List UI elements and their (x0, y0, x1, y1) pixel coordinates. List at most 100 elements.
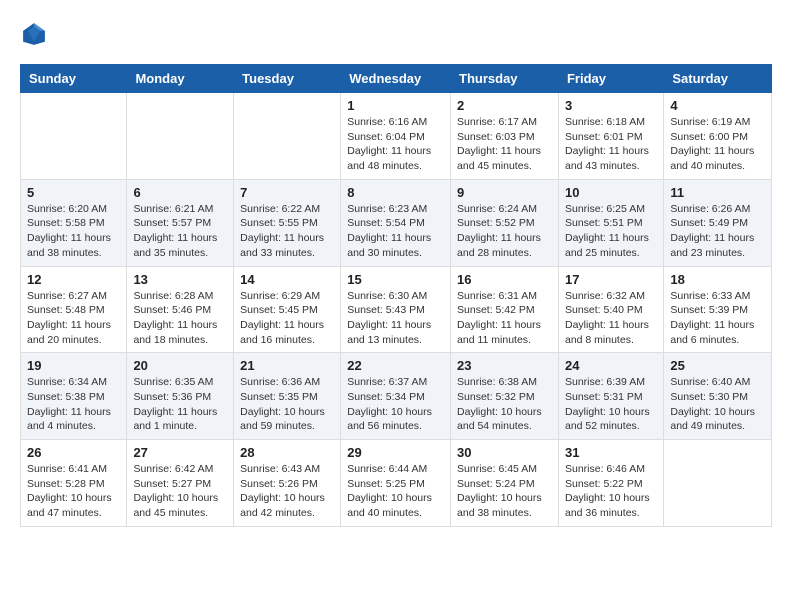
day-info: Sunrise: 6:27 AM Sunset: 5:48 PM Dayligh… (27, 289, 120, 348)
weekday-header: Saturday (664, 65, 772, 93)
day-info: Sunrise: 6:18 AM Sunset: 6:01 PM Dayligh… (565, 115, 657, 174)
day-info: Sunrise: 6:20 AM Sunset: 5:58 PM Dayligh… (27, 202, 120, 261)
day-number: 6 (133, 185, 227, 200)
day-info: Sunrise: 6:40 AM Sunset: 5:30 PM Dayligh… (670, 375, 765, 434)
calendar-week-row: 5 Sunrise: 6:20 AM Sunset: 5:58 PM Daylig… (21, 179, 772, 266)
calendar-cell: 10 Sunrise: 6:25 AM Sunset: 5:51 PM Dayli… (558, 179, 663, 266)
day-number: 26 (27, 445, 120, 460)
day-number: 15 (347, 272, 444, 287)
day-info: Sunrise: 6:30 AM Sunset: 5:43 PM Dayligh… (347, 289, 444, 348)
day-info: Sunrise: 6:28 AM Sunset: 5:46 PM Dayligh… (133, 289, 227, 348)
calendar-cell: 4Sunrise: 6:19 AM Sunset: 6:00 PM Daylig… (664, 93, 772, 180)
day-number: 8 (347, 185, 444, 200)
calendar-cell: 29 Sunrise: 6:44 AM Sunset: 5:25 PM Dayli… (341, 440, 451, 527)
day-info: Sunrise: 6:26 AM Sunset: 5:49 PM Dayligh… (670, 202, 765, 261)
day-number: 14 (240, 272, 334, 287)
day-info: Sunrise: 6:24 AM Sunset: 5:52 PM Dayligh… (457, 202, 552, 261)
day-number: 13 (133, 272, 227, 287)
calendar-cell (127, 93, 234, 180)
day-number: 9 (457, 185, 552, 200)
day-info: Sunrise: 6:35 AM Sunset: 5:36 PM Dayligh… (133, 375, 227, 434)
calendar-cell: 19 Sunrise: 6:34 AM Sunset: 5:38 PM Dayli… (21, 353, 127, 440)
day-info: Sunrise: 6:37 AM Sunset: 5:34 PM Dayligh… (347, 375, 444, 434)
day-info: Sunrise: 6:29 AM Sunset: 5:45 PM Dayligh… (240, 289, 334, 348)
day-info: Sunrise: 6:42 AM Sunset: 5:27 PM Dayligh… (133, 462, 227, 521)
day-number: 4 (670, 98, 765, 113)
calendar-cell: 21 Sunrise: 6:36 AM Sunset: 5:35 PM Dayli… (234, 353, 341, 440)
calendar-cell: 14 Sunrise: 6:29 AM Sunset: 5:45 PM Dayli… (234, 266, 341, 353)
day-info: Sunrise: 6:17 AM Sunset: 6:03 PM Dayligh… (457, 115, 552, 174)
calendar-cell: 7 Sunrise: 6:22 AM Sunset: 5:55 PM Daylig… (234, 179, 341, 266)
calendar-cell: 25 Sunrise: 6:40 AM Sunset: 5:30 PM Dayli… (664, 353, 772, 440)
day-info: Sunrise: 6:23 AM Sunset: 5:54 PM Dayligh… (347, 202, 444, 261)
day-number: 18 (670, 272, 765, 287)
day-number: 19 (27, 358, 120, 373)
day-info: Sunrise: 6:43 AM Sunset: 5:26 PM Dayligh… (240, 462, 334, 521)
calendar-cell: 15 Sunrise: 6:30 AM Sunset: 5:43 PM Dayli… (341, 266, 451, 353)
calendar-cell: 26 Sunrise: 6:41 AM Sunset: 5:28 PM Dayli… (21, 440, 127, 527)
day-number: 1 (347, 98, 444, 113)
calendar-cell: 6 Sunrise: 6:21 AM Sunset: 5:57 PM Daylig… (127, 179, 234, 266)
day-number: 29 (347, 445, 444, 460)
calendar-table: SundayMondayTuesdayWednesdayThursdayFrid… (20, 64, 772, 527)
day-info: Sunrise: 6:32 AM Sunset: 5:40 PM Dayligh… (565, 289, 657, 348)
calendar-cell: 28Sunrise: 6:43 AM Sunset: 5:26 PM Dayli… (234, 440, 341, 527)
calendar-cell: 22 Sunrise: 6:37 AM Sunset: 5:34 PM Dayli… (341, 353, 451, 440)
day-number: 11 (670, 185, 765, 200)
day-number: 16 (457, 272, 552, 287)
day-info: Sunrise: 6:16 AM Sunset: 6:04 PM Dayligh… (347, 115, 444, 174)
calendar-cell: 11 Sunrise: 6:26 AM Sunset: 5:49 PM Dayli… (664, 179, 772, 266)
calendar-cell (21, 93, 127, 180)
weekday-header: Wednesday (341, 65, 451, 93)
day-number: 12 (27, 272, 120, 287)
day-number: 17 (565, 272, 657, 287)
calendar-cell (664, 440, 772, 527)
calendar-cell: 16Sunrise: 6:31 AM Sunset: 5:42 PM Dayli… (451, 266, 559, 353)
logo-icon (20, 20, 48, 48)
day-number: 21 (240, 358, 334, 373)
weekday-header: Tuesday (234, 65, 341, 93)
calendar-cell: 31 Sunrise: 6:46 AM Sunset: 5:22 PM Dayli… (558, 440, 663, 527)
calendar-cell: 12 Sunrise: 6:27 AM Sunset: 5:48 PM Dayli… (21, 266, 127, 353)
calendar-cell: 2 Sunrise: 6:17 AM Sunset: 6:03 PM Daylig… (451, 93, 559, 180)
day-info: Sunrise: 6:34 AM Sunset: 5:38 PM Dayligh… (27, 375, 120, 434)
calendar-cell: 3Sunrise: 6:18 AM Sunset: 6:01 PM Daylig… (558, 93, 663, 180)
calendar-cell: 8 Sunrise: 6:23 AM Sunset: 5:54 PM Daylig… (341, 179, 451, 266)
calendar-cell: 23 Sunrise: 6:38 AM Sunset: 5:32 PM Dayli… (451, 353, 559, 440)
day-info: Sunrise: 6:39 AM Sunset: 5:31 PM Dayligh… (565, 375, 657, 434)
day-number: 5 (27, 185, 120, 200)
day-info: Sunrise: 6:22 AM Sunset: 5:55 PM Dayligh… (240, 202, 334, 261)
weekday-header: Monday (127, 65, 234, 93)
calendar-cell: 17 Sunrise: 6:32 AM Sunset: 5:40 PM Dayli… (558, 266, 663, 353)
day-number: 24 (565, 358, 657, 373)
logo (20, 20, 50, 48)
day-info: Sunrise: 6:36 AM Sunset: 5:35 PM Dayligh… (240, 375, 334, 434)
day-number: 31 (565, 445, 657, 460)
day-number: 25 (670, 358, 765, 373)
calendar-cell: 13 Sunrise: 6:28 AM Sunset: 5:46 PM Dayli… (127, 266, 234, 353)
weekday-header: Thursday (451, 65, 559, 93)
day-number: 10 (565, 185, 657, 200)
calendar-week-row: 1 Sunrise: 6:16 AM Sunset: 6:04 PM Daylig… (21, 93, 772, 180)
weekday-header: Friday (558, 65, 663, 93)
day-number: 30 (457, 445, 552, 460)
calendar-week-row: 26 Sunrise: 6:41 AM Sunset: 5:28 PM Dayli… (21, 440, 772, 527)
day-info: Sunrise: 6:46 AM Sunset: 5:22 PM Dayligh… (565, 462, 657, 521)
day-info: Sunrise: 6:45 AM Sunset: 5:24 PM Dayligh… (457, 462, 552, 521)
day-info: Sunrise: 6:33 AM Sunset: 5:39 PM Dayligh… (670, 289, 765, 348)
day-number: 27 (133, 445, 227, 460)
day-info: Sunrise: 6:44 AM Sunset: 5:25 PM Dayligh… (347, 462, 444, 521)
page-header (20, 20, 772, 48)
calendar-week-row: 12 Sunrise: 6:27 AM Sunset: 5:48 PM Dayli… (21, 266, 772, 353)
day-info: Sunrise: 6:38 AM Sunset: 5:32 PM Dayligh… (457, 375, 552, 434)
day-number: 2 (457, 98, 552, 113)
calendar-week-row: 19 Sunrise: 6:34 AM Sunset: 5:38 PM Dayli… (21, 353, 772, 440)
day-number: 22 (347, 358, 444, 373)
day-info: Sunrise: 6:25 AM Sunset: 5:51 PM Dayligh… (565, 202, 657, 261)
weekday-header-row: SundayMondayTuesdayWednesdayThursdayFrid… (21, 65, 772, 93)
day-info: Sunrise: 6:21 AM Sunset: 5:57 PM Dayligh… (133, 202, 227, 261)
day-number: 7 (240, 185, 334, 200)
calendar-cell: 1 Sunrise: 6:16 AM Sunset: 6:04 PM Daylig… (341, 93, 451, 180)
day-number: 23 (457, 358, 552, 373)
day-info: Sunrise: 6:41 AM Sunset: 5:28 PM Dayligh… (27, 462, 120, 521)
